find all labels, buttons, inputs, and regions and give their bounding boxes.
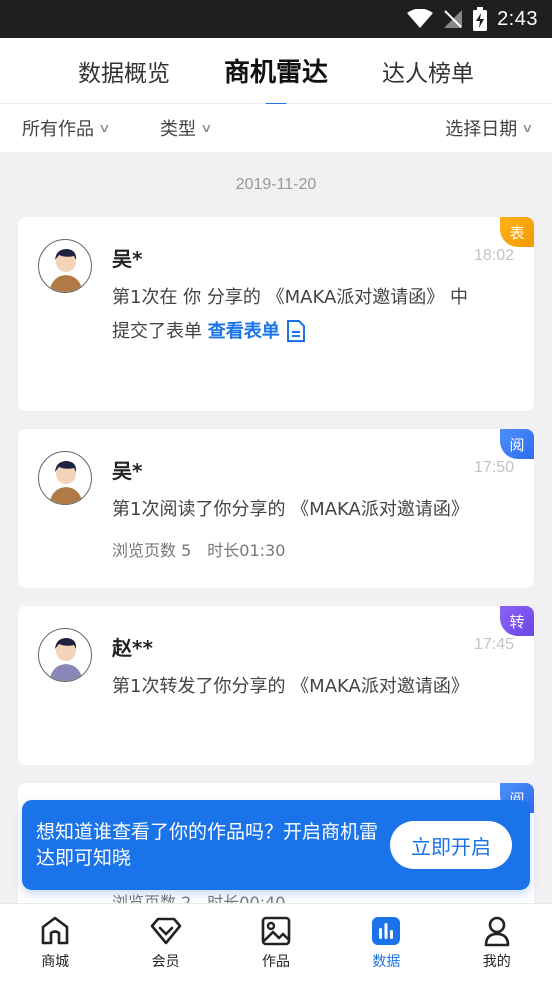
visitor-name: 吴* (112, 459, 143, 483)
filter-type-label: 类型 (160, 119, 196, 140)
nav-item-membership[interactable]: 会员 (111, 915, 221, 971)
activity-message-line: 第1次在 你 分享的 《MAKA派对邀请函》 中 (112, 287, 468, 308)
tab-data-overview[interactable]: 数据概览 (48, 54, 200, 88)
nav-item-data[interactable]: 数据 (331, 915, 441, 971)
avatar (38, 628, 92, 682)
activity-message: 第1次转发了你分享的 《MAKA派对邀请函》 (112, 676, 469, 697)
no-signal-icon (444, 10, 463, 28)
promo-text: 想知道谁查看了你的作品吗？开启商机雷达即可知晓 (36, 821, 379, 869)
chevron-down-icon: ∨ (200, 121, 213, 135)
image-icon (261, 916, 291, 945)
user-icon (484, 916, 510, 946)
activity-message-text: 提交了表单 (112, 321, 202, 342)
view-form-link[interactable]: 查看表单 (207, 320, 306, 342)
activity-message-line: 提交了表单 查看表单 (112, 315, 506, 349)
visitor-name: 赵** (112, 636, 153, 660)
tab-business-radar[interactable]: 商机雷达 (200, 52, 352, 89)
chart-icon (372, 916, 401, 945)
nav-item-store[interactable]: 商城 (0, 915, 110, 971)
radar-promo-banner: 想知道谁查看了你的作品吗？开启商机雷达即可知晓 立即开启 (22, 800, 530, 890)
tab-influencer-ranking[interactable]: 达人榜单 (352, 54, 504, 88)
chevron-down-icon: ∨ (521, 121, 534, 135)
store-icon (41, 916, 69, 944)
filter-bar: 所有作品 ∨ 类型 ∨ 选择日期 ∨ (0, 104, 552, 152)
visitor-name: 吴* (112, 247, 143, 271)
battery-charging-icon (473, 7, 488, 31)
status-bar: 2:43 (0, 0, 552, 38)
nav-label: 商城 (41, 953, 70, 970)
diamond-icon (150, 917, 181, 944)
view-form-label: 查看表单 (207, 321, 280, 342)
filter-date-label: 选择日期 (445, 119, 518, 140)
activity-message: 第1次在 你 分享的 《MAKA派对邀请函》 中 提交了表单 查看表单 (112, 281, 506, 349)
activity-time: 18:02 (473, 247, 514, 264)
nav-label: 会员 (151, 953, 180, 970)
nav-label: 数据 (372, 953, 401, 970)
avatar (38, 239, 92, 293)
filter-works-label: 所有作品 (22, 119, 94, 140)
activity-card[interactable]: 吴* 18:02 第1次在 你 分享的 《MAKA派对邀请函》 中 提交了表单 … (18, 217, 534, 411)
activity-time: 17:50 (473, 459, 514, 476)
filter-type-dropdown[interactable]: 类型 ∨ (160, 115, 213, 141)
activity-card[interactable]: 吴* 17:50 第1次阅读了你分享的 《MAKA派对邀请函》 浏览页数 5 时… (18, 429, 534, 588)
date-group-label: 2019-11-20 (235, 176, 317, 193)
nav-item-works[interactable]: 作品 (221, 915, 331, 971)
nav-label: 我的 (482, 953, 511, 970)
nav-label: 作品 (261, 953, 290, 970)
form-document-icon (287, 320, 306, 342)
wifi-icon (407, 9, 434, 28)
top-tab-bar: 数据概览 商机雷达 达人榜单 (0, 38, 552, 104)
nav-item-me[interactable]: 我的 (442, 915, 552, 971)
activity-card[interactable]: 赵** 17:45 第1次转发了你分享的 《MAKA派对邀请函》 转 (18, 606, 534, 765)
activity-message: 第1次阅读了你分享的 《MAKA派对邀请函》 (112, 499, 469, 520)
avatar (38, 451, 92, 505)
status-time: 2:43 (497, 7, 538, 30)
bottom-nav: 商城 会员 作品 数据 我的 (0, 903, 552, 981)
share-badge: 转 (500, 606, 534, 636)
enable-radar-button[interactable]: 立即开启 (390, 821, 512, 869)
form-badge: 表 (500, 217, 534, 247)
activity-time: 17:45 (473, 636, 514, 653)
view-stats: 浏览页数 5 时长01:30 (112, 541, 286, 560)
filter-works-dropdown[interactable]: 所有作品 ∨ (22, 115, 111, 141)
chevron-down-icon: ∨ (98, 121, 111, 135)
filter-date-dropdown[interactable]: 选择日期 ∨ (445, 115, 534, 141)
read-badge: 阅 (500, 429, 534, 459)
